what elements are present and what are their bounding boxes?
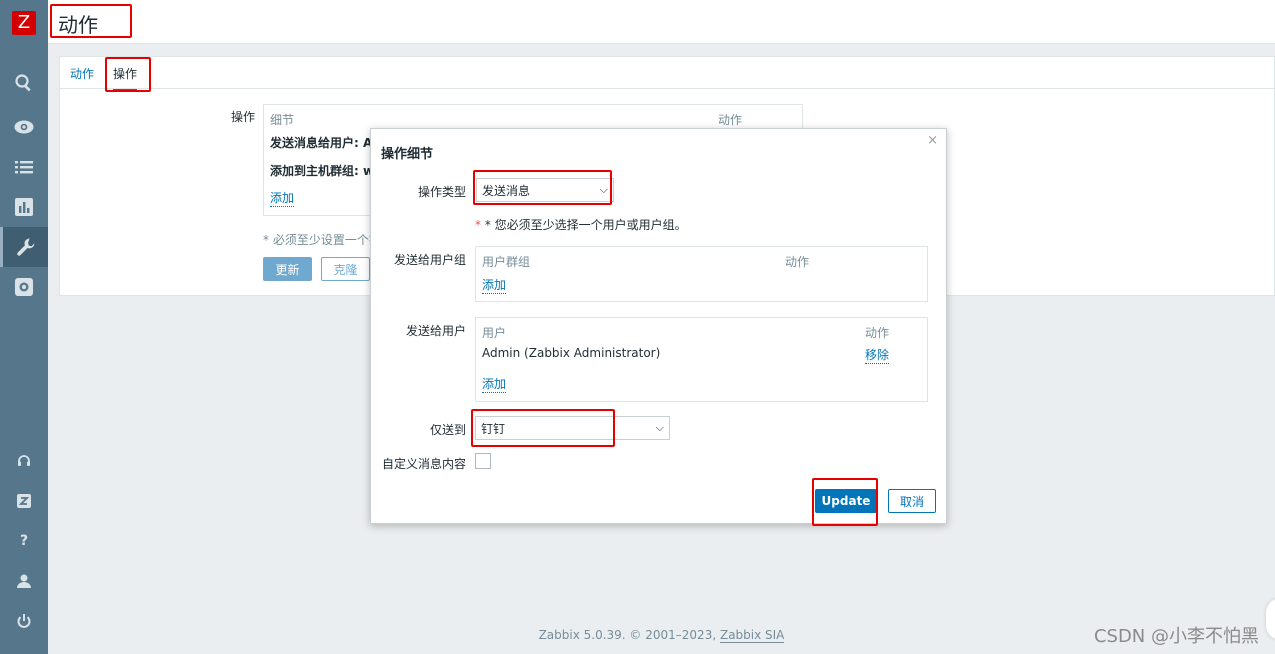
gear-icon[interactable]	[0, 267, 48, 307]
add-operation-link[interactable]: 添加	[270, 189, 295, 207]
footer: Zabbix 5.0.39. © 2001–2023, Zabbix SIA	[48, 628, 1275, 643]
list-icon[interactable]	[0, 147, 48, 187]
zabbix-share-icon[interactable]	[0, 481, 48, 521]
col-action: 动作	[785, 255, 810, 269]
custom-message-label: 自定义消息内容	[381, 457, 466, 471]
add-user-group-link[interactable]: 添加	[482, 276, 507, 294]
highlight-box	[50, 4, 132, 38]
zabbix-logo[interactable]: Z	[12, 11, 36, 35]
op-type-label: 操作类型	[417, 185, 466, 199]
col-action: 动作	[718, 113, 743, 127]
operation-row: 发送消息给用户: A	[270, 136, 373, 150]
dialog-title: 操作细节	[381, 147, 434, 162]
users-table: 用户 动作 Admin (Zabbix Administrator) 移除 添加	[475, 317, 928, 402]
tab-action[interactable]: 动作	[70, 65, 94, 82]
send-user-label: 发送给用户	[405, 324, 466, 338]
close-icon[interactable]: ×	[927, 133, 938, 148]
power-icon[interactable]	[0, 601, 48, 641]
operations-label: 操作	[230, 110, 255, 124]
user-row-name: Admin (Zabbix Administrator)	[482, 346, 661, 360]
footer-link[interactable]: Zabbix SIA	[719, 628, 785, 643]
headset-icon[interactable]	[0, 441, 48, 481]
col-user: 用户	[482, 326, 507, 340]
footer-text: Zabbix 5.0.39. © 2001–2023,	[538, 628, 717, 642]
highlight-box	[812, 478, 878, 526]
update-button[interactable]: 更新	[263, 257, 312, 281]
clone-button[interactable]: 克隆	[321, 257, 370, 281]
highlight-box	[105, 57, 151, 92]
chart-icon[interactable]	[0, 187, 48, 227]
dialog-required-note: * * 您必须至少选择一个用户或用户组。	[475, 218, 687, 232]
send-group-label: 发送给用户组	[393, 253, 466, 267]
search-icon[interactable]	[0, 63, 48, 103]
add-user-link[interactable]: 添加	[482, 375, 507, 393]
custom-message-checkbox[interactable]	[475, 453, 491, 469]
user-icon[interactable]	[0, 561, 48, 601]
dialog-cancel-button[interactable]: 取消	[888, 489, 936, 513]
help-icon[interactable]: ?	[0, 521, 48, 561]
operation-row: 添加到主机群组: w	[270, 164, 375, 178]
operation-details-dialog: 操作细节 × 操作类型 发送消息 ⌵ * * 您必须至少选择一个用户或用户组。 …	[370, 128, 947, 526]
user-groups-table: 用户群组 动作 添加	[475, 246, 928, 302]
highlight-box	[471, 409, 615, 447]
page-header: 动作	[48, 0, 1275, 44]
highlight-box	[473, 170, 612, 205]
col-user-group: 用户群组	[482, 255, 531, 269]
chevron-down-icon: ⌵	[655, 421, 664, 434]
eye-icon[interactable]	[0, 107, 48, 147]
sidebar: Z ?	[0, 0, 48, 654]
remove-user-link[interactable]: 移除	[865, 346, 890, 364]
col-details: 细节	[270, 113, 295, 127]
watermark: CSDN @小李不怕黑	[1093, 626, 1259, 647]
required-note: * 必须至少设置一个操	[263, 233, 381, 247]
tab-divider	[60, 88, 1274, 89]
send-only-label: 仅送到	[429, 423, 466, 437]
wrench-icon[interactable]	[0, 227, 48, 267]
col-action: 动作	[865, 326, 890, 340]
